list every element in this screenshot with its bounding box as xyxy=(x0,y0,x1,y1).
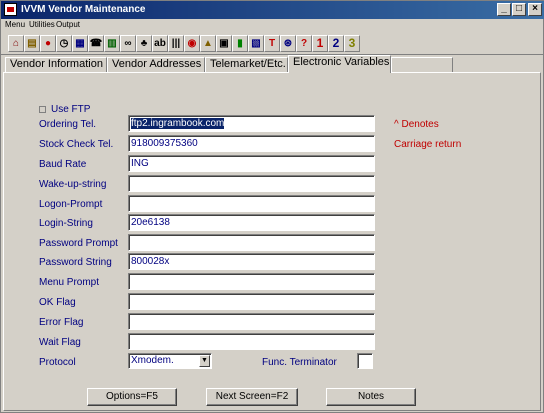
protocol-label: Protocol xyxy=(39,357,76,368)
close-button[interactable]: × xyxy=(528,3,542,16)
screen-1-button[interactable]: 1 xyxy=(312,35,328,52)
menu-prompt-label: Menu Prompt xyxy=(39,277,100,288)
cherries-icon[interactable]: ● xyxy=(40,35,56,52)
screen-3-button[interactable]: 3 xyxy=(344,35,360,52)
next-screen-button[interactable]: Next Screen=F2 xyxy=(206,388,298,406)
toolbar: ⌂ ▤ ● ◷ ▦ ☎ ▥ ∞ ♣ ab ||| ◉ ▲ ▣ ▮ ▧ T ⊛? 1 2 3 xyxy=(1,32,544,55)
error-flag-label: Error Flag xyxy=(39,317,84,328)
password-prompt-label: Password Prompt xyxy=(39,238,118,249)
use-ftp-checkbox[interactable] xyxy=(39,106,46,113)
login-string-label: Login-String xyxy=(39,218,93,229)
minimize-button[interactable]: _ xyxy=(497,3,511,16)
vendor-maintenance-window: IVVM Vendor Maintenance _ □ × Menu Utili… xyxy=(0,0,544,413)
denotes-note: ^ Denotes xyxy=(394,119,439,130)
ordering-tel-value: ftp2.ingrambook.com xyxy=(131,118,225,129)
ok-flag-field[interactable] xyxy=(128,293,375,310)
func-terminator-label: Func. Terminator xyxy=(262,357,337,368)
dropdown-arrow-icon[interactable]: ▼ xyxy=(199,355,210,367)
calendar-icon[interactable]: ▦ xyxy=(72,35,88,52)
baud-rate-field[interactable]: ING xyxy=(128,155,375,172)
func-terminator-field[interactable] xyxy=(357,353,373,369)
people-icon[interactable]: ♣ xyxy=(136,35,152,52)
tab-vendor-information[interactable]: Vendor Information xyxy=(5,57,107,73)
binoculars-icon[interactable]: ∞ xyxy=(120,35,136,52)
stock-check-tel-field[interactable]: 918009375360 xyxy=(128,135,375,152)
app-icon xyxy=(4,3,17,16)
password-string-label: Password String xyxy=(39,257,112,268)
help-icon[interactable]: ? xyxy=(296,35,312,52)
baud-rate-value: ING xyxy=(131,158,149,169)
screen-2-button[interactable]: 2 xyxy=(328,35,344,52)
carriage-return-note: Carriage return xyxy=(394,139,462,150)
protocol-select[interactable]: Xmodem. ▼ xyxy=(128,353,212,369)
tab-empty xyxy=(391,57,453,73)
password-string-value: 800028x xyxy=(131,256,170,267)
wake-up-string-field[interactable] xyxy=(128,175,375,192)
stock-check-tel-label: Stock Check Tel. xyxy=(39,139,114,150)
wait-flag-field[interactable] xyxy=(128,333,375,350)
password-string-field[interactable]: 800028x xyxy=(128,253,375,270)
stamp-icon[interactable]: ▣ xyxy=(216,35,232,52)
tab-strip: Vendor Information Vendor Addresses Tele… xyxy=(1,55,544,73)
ordering-tel-field[interactable]: ftp2.ingrambook.com xyxy=(128,115,375,132)
chart-icon[interactable]: ▮ xyxy=(232,35,248,52)
menu-output[interactable]: Output xyxy=(56,20,80,30)
phone-icon[interactable]: ☎ xyxy=(88,35,104,52)
text-size-icon[interactable]: T xyxy=(264,35,280,52)
tab-vendor-addresses[interactable]: Vendor Addresses xyxy=(107,57,205,73)
home-icon[interactable]: ⌂ xyxy=(8,35,24,52)
options-button[interactable]: Options=F5 xyxy=(87,388,177,406)
login-string-value: 20e6138 xyxy=(131,217,170,228)
menu-menu[interactable]: Menu xyxy=(5,20,25,30)
circle-arrow-icon[interactable]: ⊛ xyxy=(280,35,296,52)
logon-prompt-field[interactable] xyxy=(128,195,375,212)
notes-button[interactable]: Notes xyxy=(326,388,416,406)
tab-telemarket[interactable]: Telemarket/Etc. xyxy=(205,57,288,73)
error-flag-field[interactable] xyxy=(128,313,375,330)
lock-icon[interactable]: ▲ xyxy=(200,35,216,52)
target-icon[interactable]: ◉ xyxy=(184,35,200,52)
abc-icon[interactable]: ab xyxy=(152,35,168,52)
menu-utilities[interactable]: Utilities xyxy=(29,20,55,30)
maximize-button[interactable]: □ xyxy=(512,3,526,16)
wake-up-string-label: Wake-up-string xyxy=(39,179,107,190)
menu-bar: Menu Utilities Output xyxy=(1,19,544,32)
document-icon[interactable]: ▤ xyxy=(24,35,40,52)
logon-prompt-label: Logon-Prompt xyxy=(39,199,103,210)
ordering-tel-label: Ordering Tel. xyxy=(39,119,97,130)
title-bar: IVVM Vendor Maintenance _ □ × xyxy=(1,1,544,19)
tab-electronic-variables[interactable]: Electronic Variables xyxy=(288,55,391,73)
password-prompt-field[interactable] xyxy=(128,234,375,251)
menu-prompt-field[interactable] xyxy=(128,273,375,290)
barcode-icon[interactable]: ||| xyxy=(168,35,184,52)
window-title: IVVM Vendor Maintenance xyxy=(21,4,146,15)
wait-flag-label: Wait Flag xyxy=(39,337,81,348)
picture-icon[interactable]: ▧ xyxy=(248,35,264,52)
use-ftp-label: Use FTP xyxy=(51,104,91,115)
baud-rate-label: Baud Rate xyxy=(39,159,87,170)
clock-icon[interactable]: ◷ xyxy=(56,35,72,52)
login-string-field[interactable]: 20e6138 xyxy=(128,214,375,231)
ok-flag-label: OK Flag xyxy=(39,297,76,308)
protocol-value: Xmodem. xyxy=(131,355,174,366)
calculator-icon[interactable]: ▥ xyxy=(104,35,120,52)
stock-check-tel-value: 918009375360 xyxy=(131,138,198,149)
